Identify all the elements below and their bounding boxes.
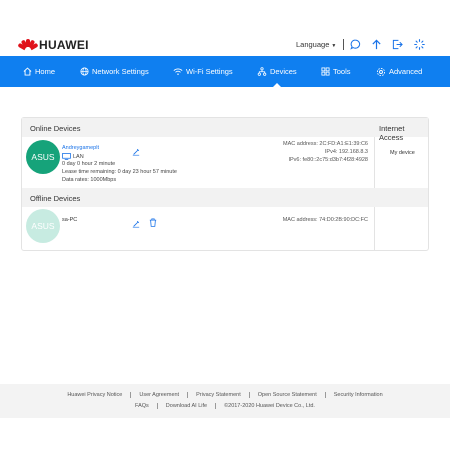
device-avatar: ASUS	[26, 140, 60, 174]
chat-icon[interactable]	[348, 37, 362, 51]
offline-devices-header: Offline Devices	[22, 188, 428, 207]
ipv6-address: IPv6: fe80::2c75:d3b7:4f28:4928	[288, 157, 368, 163]
download-ai-life-link[interactable]: Download AI Life	[158, 403, 217, 409]
nav-network-settings-label: Network Settings	[92, 67, 149, 76]
online-devices-header: Online Devices Internet Access	[22, 118, 428, 142]
nav-tools-label: Tools	[333, 67, 351, 76]
internet-access-status: My device	[390, 150, 415, 156]
top-header: HUAWEI Language ▼	[0, 34, 450, 56]
faqs-link[interactable]: FAQs	[127, 403, 158, 409]
header-divider	[343, 39, 344, 50]
connection-label: LAN	[73, 153, 84, 160]
nav-devices-label: Devices	[270, 67, 297, 76]
column-divider	[374, 207, 375, 251]
nav-advanced-label: Advanced	[389, 67, 423, 76]
privacy-notice-link[interactable]: Huawei Privacy Notice	[59, 392, 132, 398]
lease-time: Lease time remaining: 0 day 23 hour 57 m…	[62, 169, 177, 175]
security-information-link[interactable]: Security Information	[326, 392, 391, 398]
connection-type: LAN	[62, 153, 84, 160]
loading-icon[interactable]	[412, 37, 426, 51]
home-icon	[23, 67, 32, 76]
user-agreement-link[interactable]: User Agreement	[131, 392, 189, 398]
devices-panel: Online Devices Internet Access ASUS Andr…	[21, 117, 429, 251]
devices-icon	[257, 67, 267, 76]
edit-name-icon[interactable]	[132, 215, 140, 233]
nav-network-settings[interactable]: Network Settings	[80, 56, 149, 87]
nav-home[interactable]: Home	[23, 56, 55, 87]
offline-devices-title: Offline Devices	[30, 194, 81, 203]
online-devices-title: Online Devices	[30, 124, 81, 133]
upload-arrow-icon[interactable]	[369, 37, 383, 51]
nav-wifi-settings[interactable]: Wi-Fi Settings	[173, 56, 233, 87]
huawei-logo[interactable]: HUAWEI	[17, 38, 89, 52]
nav-advanced[interactable]: Advanced	[376, 56, 422, 87]
tools-icon	[321, 67, 330, 76]
edit-name-icon[interactable]	[132, 143, 140, 161]
lan-monitor-icon	[62, 153, 71, 160]
data-rates: Data rates: 1000Mbps	[62, 177, 117, 183]
ipv4-address: IPv4: 192.168.8.3	[324, 149, 368, 155]
copyright-text: ©2017-2020 Huawei Device Co., Ltd.	[224, 403, 315, 409]
device-name-link[interactable]: Andreygameplt	[62, 145, 99, 151]
caret-down-icon: ▼	[331, 43, 337, 49]
wifi-icon	[173, 67, 183, 76]
brand-name: HUAWEI	[39, 38, 89, 52]
globe-icon	[80, 67, 89, 76]
gear-icon	[376, 67, 386, 77]
open-source-statement-link[interactable]: Open Source Statement	[250, 392, 326, 398]
mac-address: MAC address: 2C:FD:A1:E1:39:C6	[283, 141, 368, 147]
nav-home-label: Home	[35, 67, 56, 76]
mac-address: MAC address: 74:D0:2B:90:DC:FC	[282, 217, 368, 223]
footer-links-row-2: FAQs Download AI Life ©2017-2020 Huawei …	[0, 403, 450, 409]
footer: Huawei Privacy Notice User Agreement Pri…	[0, 384, 450, 418]
device-name: sa-PC	[62, 217, 78, 223]
nav-devices[interactable]: Devices	[257, 56, 297, 87]
footer-links-row-1: Huawei Privacy Notice User Agreement Pri…	[0, 392, 450, 398]
privacy-statement-link[interactable]: Privacy Statement	[188, 392, 250, 398]
device-avatar: ASUS	[26, 209, 60, 243]
huawei-flower-icon	[17, 38, 39, 52]
language-label: Language	[296, 40, 330, 49]
nav-tools[interactable]: Tools	[321, 56, 351, 87]
online-duration: 0 day 0 hour 2 minute	[62, 161, 116, 167]
logout-icon[interactable]	[390, 37, 404, 51]
main-nav: Home Network Settings Wi-Fi Settings Dev…	[0, 56, 450, 87]
delete-trash-icon[interactable]	[149, 214, 157, 232]
language-selector[interactable]: Language ▼	[296, 40, 336, 49]
internet-access-header: Internet Access	[379, 124, 405, 142]
nav-wifi-settings-label: Wi-Fi Settings	[186, 67, 233, 76]
